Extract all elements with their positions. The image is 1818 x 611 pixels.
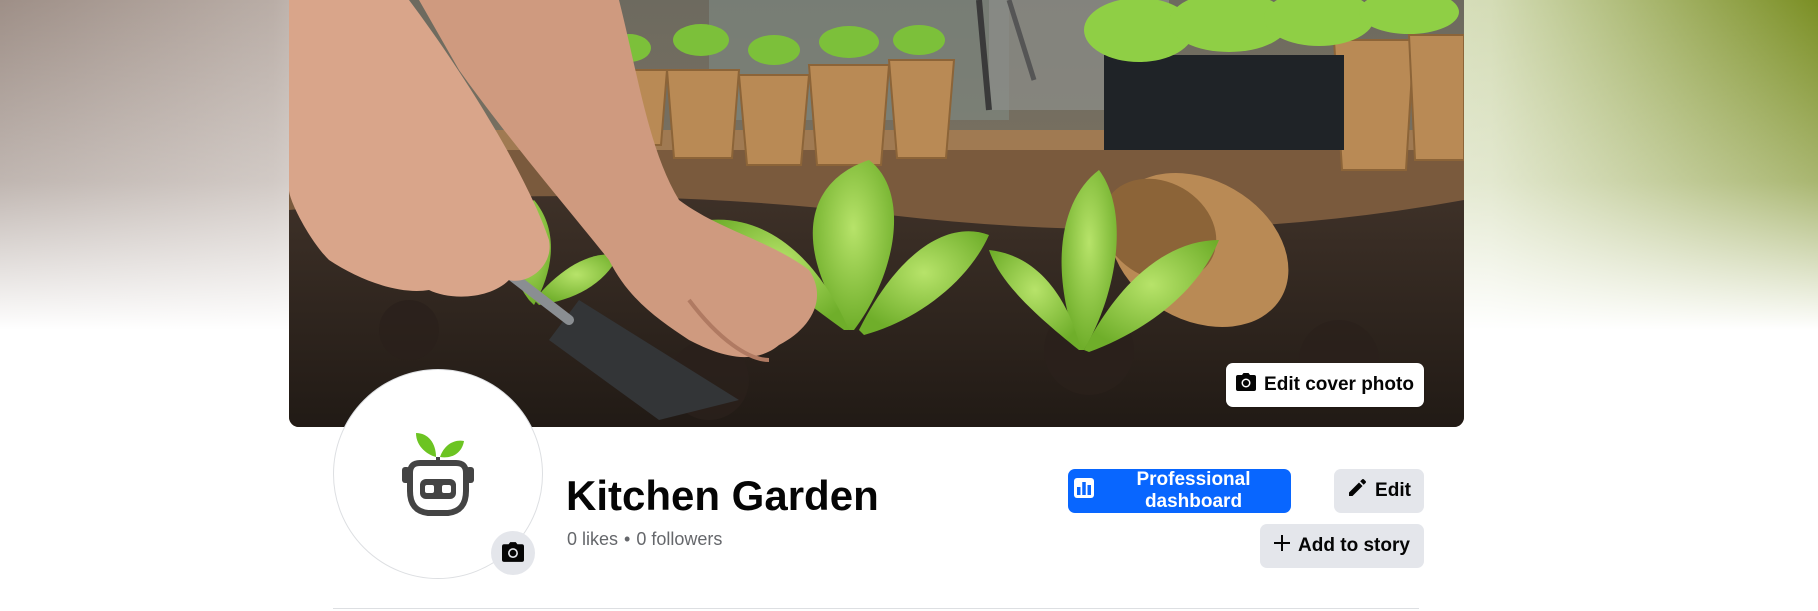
header-divider [333,608,1419,609]
followers-count[interactable]: 0 followers [636,529,722,550]
add-to-story-button[interactable]: Add to story [1260,524,1424,568]
add-to-story-label: Add to story [1298,535,1410,556]
edit-cover-photo-label: Edit cover photo [1264,374,1414,395]
professional-dashboard-button[interactable]: Professional dashboard [1068,469,1291,513]
bar-chart-icon [1074,478,1094,504]
sprout-robot-logo [398,427,478,522]
professional-dashboard-label: Professional dashboard [1136,469,1251,512]
likes-count[interactable]: 0 likes [567,529,618,550]
pencil-icon [1347,478,1367,504]
plus-icon [1274,535,1291,557]
page-title: Kitchen Garden [566,472,879,519]
edit-button[interactable]: Edit [1334,469,1424,513]
camera-icon [502,541,524,565]
camera-icon [1236,373,1257,397]
edit-label: Edit [1375,480,1411,501]
stats-separator: • [624,529,631,549]
page-stats: 0 likes • 0 followers [567,529,722,550]
edit-cover-photo-button[interactable]: Edit cover photo [1226,363,1424,407]
update-profile-picture-button[interactable] [491,531,535,575]
